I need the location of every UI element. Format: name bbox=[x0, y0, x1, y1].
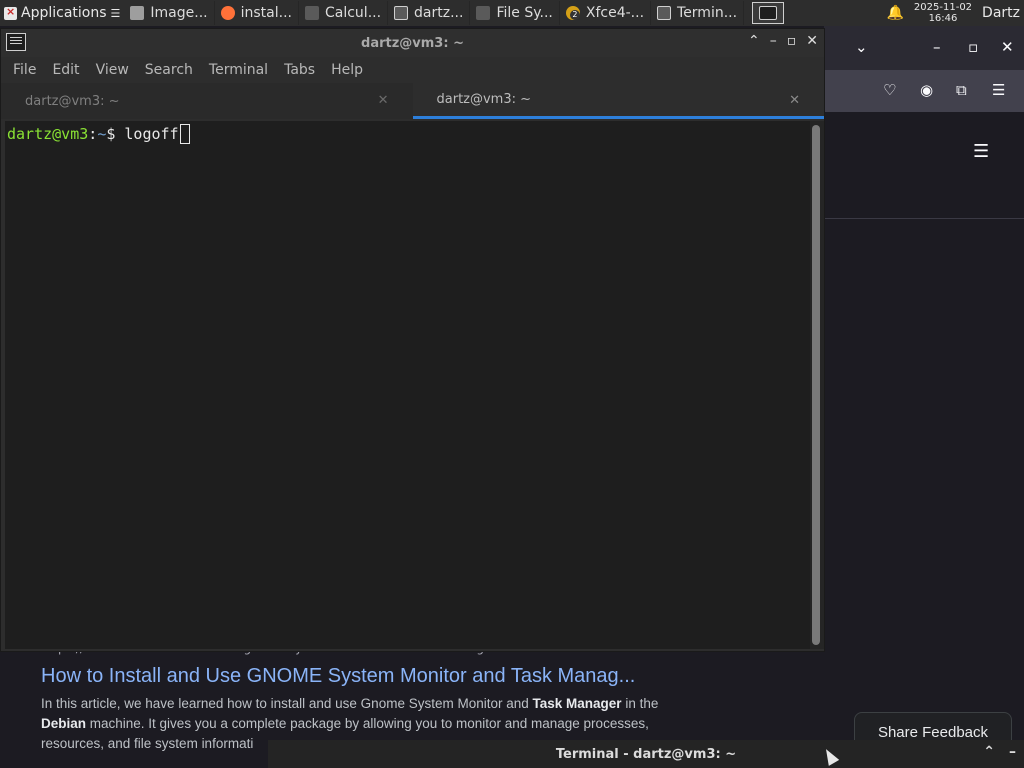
system-tray: 🔔 2025-11-02 16:46 Dartz bbox=[886, 2, 1024, 24]
notification-bell-icon[interactable]: 🔔 bbox=[886, 5, 903, 21]
browser-tabbar bbox=[824, 26, 1024, 70]
task-label: Image... bbox=[150, 5, 208, 21]
taskbar-item-active-terminal[interactable] bbox=[752, 2, 785, 24]
maximize-icon[interactable]: ▫ bbox=[968, 38, 978, 56]
terminal-tab-active[interactable]: dartz@vm3: ~ ✕ bbox=[412, 83, 824, 119]
taskbar-item-file-manager[interactable]: File Sy... bbox=[470, 1, 560, 25]
task-count-badge: 2 bbox=[569, 10, 580, 20]
top-panel: Applications ☰ Image... instal... Calcul… bbox=[0, 0, 1024, 26]
tab-label: dartz@vm3: ~ bbox=[25, 93, 120, 109]
terminal-icon bbox=[394, 6, 409, 20]
prompt-path: ~ bbox=[97, 125, 107, 143]
app-menu-icon[interactable]: ☰ bbox=[992, 81, 1005, 99]
menu-terminal[interactable]: Terminal bbox=[209, 62, 268, 78]
close-tab-icon[interactable]: ✕ bbox=[378, 93, 389, 108]
bottom-window-bar[interactable]: Terminal - dartz@vm3: ~ ⌃ – bbox=[268, 740, 1024, 768]
page-divider bbox=[824, 218, 1024, 219]
page-menu-icon[interactable]: ☰ bbox=[973, 141, 989, 162]
window-buttons: ⌃ – ▫ ✕ bbox=[748, 33, 818, 49]
firefox-icon bbox=[220, 6, 235, 20]
menu-view[interactable]: View bbox=[96, 62, 129, 78]
terminal-window-icon[interactable] bbox=[6, 33, 26, 51]
shade-icon[interactable]: ⌃ bbox=[748, 33, 760, 49]
terminal-window: dartz@vm3: ~ ⌃ – ▫ ✕ File Edit View Sear… bbox=[0, 28, 825, 652]
chevron-up-icon[interactable]: ⌃ bbox=[983, 744, 995, 760]
tab-list-icon[interactable]: ⌄ bbox=[855, 38, 868, 56]
xfce-settings-icon: 2 bbox=[565, 6, 580, 20]
menu-edit[interactable]: Edit bbox=[52, 62, 79, 78]
menu-search[interactable]: Search bbox=[145, 62, 193, 78]
menu-help[interactable]: Help bbox=[331, 62, 363, 78]
close-tab-icon[interactable]: ✕ bbox=[789, 93, 800, 108]
taskbar-item-terminal-1[interactable]: dartz... bbox=[388, 1, 471, 25]
task-label: Termin... bbox=[677, 5, 738, 21]
xfce-logo-icon bbox=[4, 5, 17, 20]
terminal-tab[interactable]: dartz@vm3: ~ ✕ bbox=[1, 83, 413, 119]
clock[interactable]: 2025-11-02 16:46 bbox=[914, 2, 972, 24]
close-icon[interactable]: ✕ bbox=[1001, 38, 1014, 56]
terminal-scrollbar[interactable] bbox=[810, 121, 824, 649]
minimize-icon[interactable]: – bbox=[1009, 744, 1016, 760]
user-menu[interactable]: Dartz bbox=[982, 5, 1020, 21]
taskbar-item-image-viewer[interactable]: Image... bbox=[124, 1, 215, 25]
taskbar-item-firefox[interactable]: instal... bbox=[215, 1, 299, 25]
scrollbar-thumb[interactable] bbox=[812, 125, 820, 645]
terminal-icon bbox=[759, 6, 778, 20]
clock-time: 16:46 bbox=[928, 13, 958, 24]
menu-file[interactable]: File bbox=[13, 62, 36, 78]
task-label: File Sy... bbox=[496, 5, 553, 21]
bottom-bar-buttons: ⌃ – bbox=[983, 744, 1016, 760]
terminal-menubar: File Edit View Search Terminal Tabs Help bbox=[1, 57, 824, 83]
applications-menu[interactable]: Applications ☰ bbox=[0, 0, 124, 26]
prompt-symbol: $ bbox=[106, 125, 125, 143]
typed-command: logoff bbox=[124, 125, 179, 143]
image-viewer-icon bbox=[130, 6, 145, 20]
tab-label: dartz@vm3: ~ bbox=[436, 92, 532, 107]
prompt-colon: : bbox=[88, 125, 98, 143]
text-cursor bbox=[179, 124, 190, 144]
taskbar-item-xfce-settings[interactable]: 2 Xfce4-... bbox=[560, 1, 652, 25]
bottom-window-title: Terminal - dartz@vm3: ~ bbox=[555, 746, 737, 762]
minimize-icon[interactable]: – bbox=[770, 33, 777, 49]
file-manager-icon bbox=[476, 6, 491, 20]
menu-icon: ☰ bbox=[110, 6, 121, 20]
task-label: instal... bbox=[240, 5, 292, 21]
clock-date: 2025-11-02 bbox=[913, 2, 973, 13]
result-title-link[interactable]: How to Install and Use GNOME System Moni… bbox=[41, 665, 701, 688]
window-title: dartz@vm3: ~ bbox=[361, 35, 464, 51]
close-icon[interactable]: ✕ bbox=[806, 33, 818, 49]
calculator-icon bbox=[304, 6, 319, 20]
pocket-icon[interactable]: ♡ bbox=[883, 81, 896, 99]
prompt-user: dartz@vm3 bbox=[7, 125, 89, 143]
account-icon[interactable]: ◉ bbox=[920, 81, 933, 99]
prompt-line: dartz@vm3:~$ logoff bbox=[7, 124, 808, 144]
extensions-icon[interactable]: ⧉ bbox=[956, 81, 967, 99]
task-label: dartz... bbox=[414, 5, 464, 21]
applications-label: Applications bbox=[21, 5, 107, 21]
taskbar-item-calculator[interactable]: Calcul... bbox=[299, 1, 389, 25]
menu-tabs[interactable]: Tabs bbox=[284, 62, 315, 78]
terminal-titlebar[interactable]: dartz@vm3: ~ ⌃ – ▫ ✕ bbox=[1, 29, 824, 57]
task-label: Calcul... bbox=[324, 5, 382, 21]
search-result: https://... › how to install and use gno… bbox=[41, 641, 701, 754]
task-label: Xfce4-... bbox=[585, 5, 645, 21]
terminal-tabs: dartz@vm3: ~ ✕ dartz@vm3: ~ ✕ bbox=[1, 83, 824, 119]
maximize-icon[interactable]: ▫ bbox=[787, 33, 797, 49]
taskbar-item-terminal-2[interactable]: Termin... bbox=[651, 1, 745, 25]
minimize-icon[interactable]: – bbox=[933, 38, 941, 56]
terminal-output[interactable]: dartz@vm3:~$ logoff bbox=[5, 121, 810, 649]
terminal-icon bbox=[657, 6, 672, 20]
